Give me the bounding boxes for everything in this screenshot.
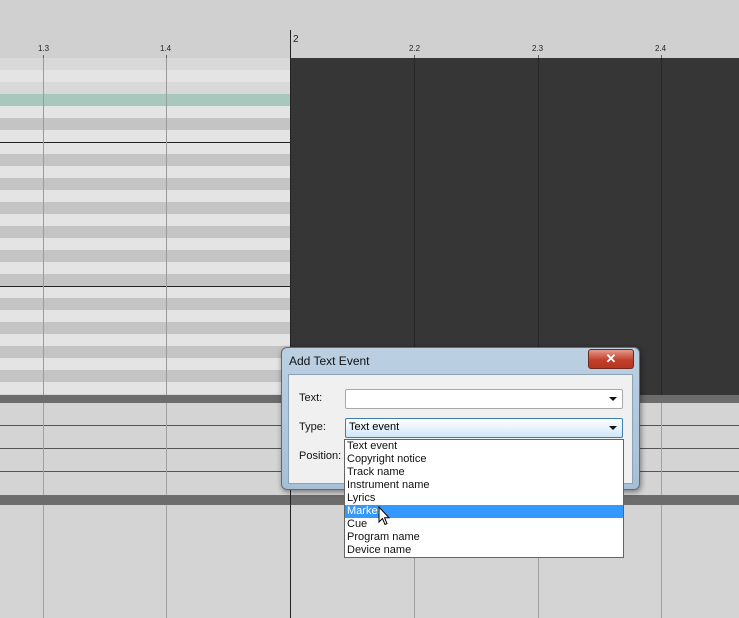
option-instrument-name[interactable]: Instrument name (345, 479, 623, 492)
ruler-tick-1-3: 1.3 (38, 44, 50, 53)
text-label: Text: (299, 392, 323, 404)
type-value: Text event (349, 421, 400, 433)
beat-line (166, 403, 167, 495)
dialog-title: Add Text Event (289, 354, 370, 368)
beat-line (538, 58, 539, 395)
type-label: Type: (299, 421, 326, 433)
ruler-tick-2-3: 2.3 (532, 44, 544, 53)
beat-line (661, 403, 662, 495)
dropdown-arrow-icon[interactable] (609, 397, 617, 401)
beat-line (661, 505, 662, 618)
close-button[interactable]: ✕ (588, 349, 634, 369)
option-device-name[interactable]: Device name (345, 544, 623, 557)
option-copyright-notice[interactable]: Copyright notice (345, 453, 623, 466)
inactive-region[interactable] (290, 58, 739, 395)
beat-line (43, 403, 44, 495)
close-icon: ✕ (605, 351, 617, 366)
option-lyrics[interactable]: Lyrics (345, 492, 623, 505)
beat-line (414, 58, 415, 395)
beat-line (166, 505, 167, 618)
option-text-event[interactable]: Text event (345, 440, 623, 453)
note-grid[interactable] (0, 58, 290, 395)
ruler-tick-2-2: 2.2 (409, 44, 421, 53)
position-label: Position: (299, 450, 342, 462)
ruler-tick-2-4: 2.4 (655, 44, 667, 53)
beat-line (661, 58, 662, 395)
ruler-tick-2: 2 (293, 34, 299, 45)
option-program-name[interactable]: Program name (345, 531, 623, 544)
type-combo[interactable]: Text event (345, 418, 623, 438)
mouse-pointer-icon (378, 506, 390, 526)
timeline-ruler[interactable]: 1.3 1.4 2 2.2 2.3 2.4 (0, 0, 739, 58)
dropdown-arrow-icon[interactable] (609, 426, 617, 430)
option-track-name[interactable]: Track name (345, 466, 623, 479)
beat-line (166, 58, 167, 395)
beat-line (43, 58, 44, 395)
beat-line (43, 505, 44, 618)
text-combo[interactable] (345, 389, 623, 409)
bar-line (290, 30, 291, 618)
piano-roll-editor: 1.3 1.4 2 2.2 2.3 2.4 Add Text Event ✕ T… (0, 0, 739, 618)
ruler-tick-1-4: 1.4 (160, 44, 172, 53)
type-dropdown-list[interactable]: Text event Copyright notice Track name I… (344, 439, 624, 558)
